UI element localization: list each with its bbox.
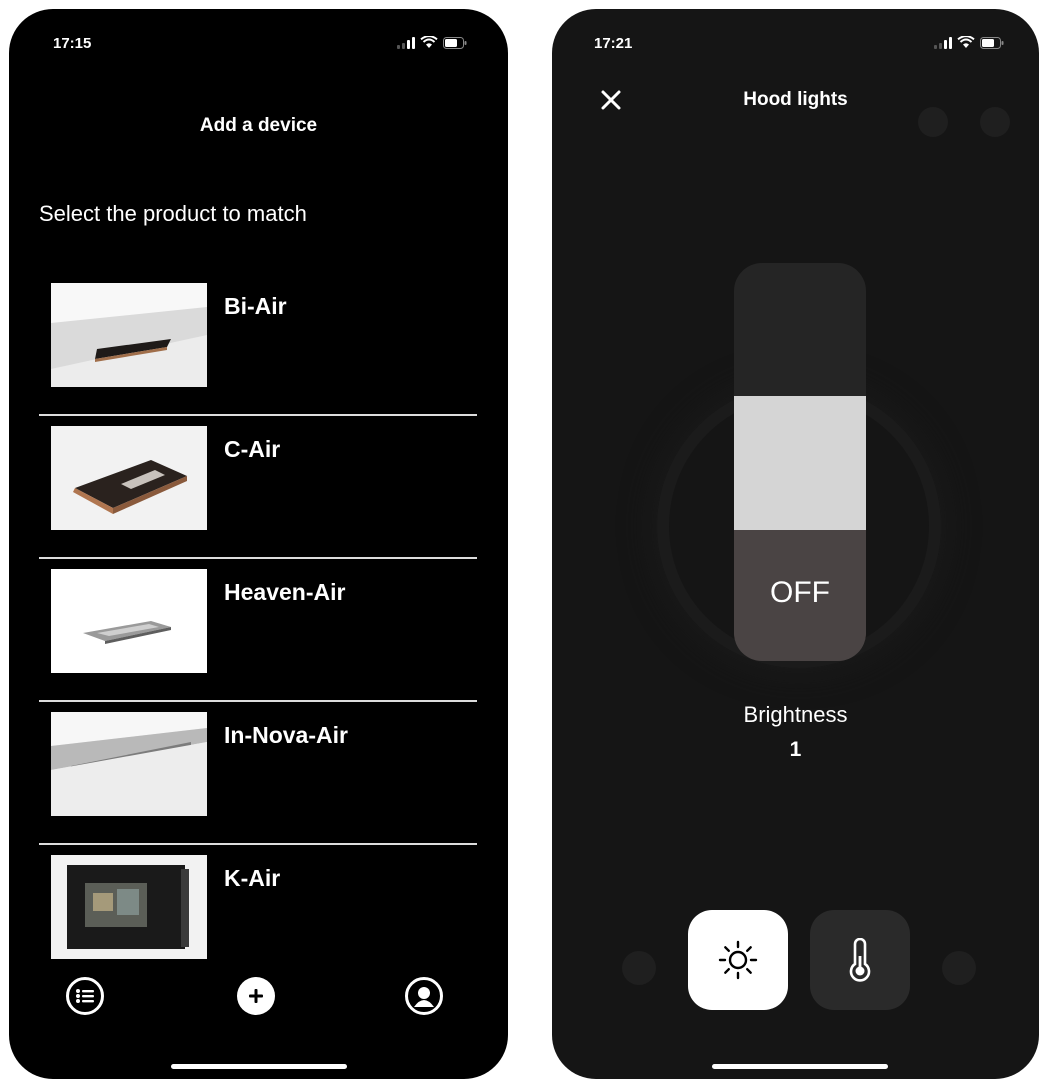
list-icon	[76, 989, 94, 1003]
battery-icon	[443, 36, 467, 49]
tab-add[interactable]	[237, 977, 275, 1015]
page-subtitle: Select the product to match	[39, 201, 307, 226]
product-item-bi-air[interactable]: Bi-Air	[39, 273, 477, 416]
status-icons	[397, 36, 467, 49]
product-name: C-Air	[224, 436, 281, 462]
brightness-slider[interactable]: OFF	[734, 263, 866, 661]
product-item-k-air[interactable]: K-Air	[39, 845, 477, 988]
sun-icon	[718, 940, 758, 980]
page-title: Hood lights	[743, 89, 848, 110]
thermometer-icon	[849, 938, 871, 982]
add-device-screen: 17:15 Add a device Select the product to…	[9, 9, 508, 1079]
blurred-icon	[918, 107, 948, 137]
tab-profile[interactable]	[405, 977, 443, 1015]
tab-bar	[9, 977, 508, 1017]
product-name: Heaven-Air	[224, 579, 346, 605]
product-name: In-Nova-Air	[224, 722, 348, 748]
brightness-value: 1	[789, 738, 802, 761]
status-time: 17:15	[53, 35, 92, 52]
signal-icon	[397, 36, 415, 49]
hood-lights-screen: 17:21 Hood lights OFF Brightness 1	[552, 9, 1039, 1079]
product-name: K-Air	[224, 865, 281, 891]
slider-handle[interactable]	[734, 396, 866, 530]
product-name: Bi-Air	[224, 293, 287, 319]
brightness-mode-button[interactable]	[688, 910, 788, 1010]
wifi-icon	[420, 36, 438, 48]
product-image	[51, 569, 207, 673]
tab-list[interactable]	[66, 977, 104, 1015]
profile-icon	[414, 987, 434, 1007]
home-indicator	[171, 1064, 347, 1069]
status-icons	[934, 36, 1004, 49]
signal-icon	[934, 36, 952, 49]
color-temperature-mode-button[interactable]	[810, 910, 910, 1010]
product-list: Bi-Air C-Air Heaven-Air In-Nova-Air K-Ai…	[39, 273, 477, 988]
home-indicator	[712, 1064, 888, 1069]
blurred-icon	[980, 107, 1010, 137]
page-title: Add a device	[199, 115, 318, 136]
wifi-icon	[957, 36, 975, 48]
product-image	[51, 283, 207, 387]
status-time: 17:21	[594, 35, 633, 52]
product-image	[51, 426, 207, 530]
product-item-c-air[interactable]: C-Air	[39, 416, 477, 559]
add-icon	[249, 989, 263, 1003]
battery-icon	[980, 36, 1004, 49]
blurred-icon	[942, 951, 976, 985]
product-item-heaven-air[interactable]: Heaven-Air	[39, 559, 477, 702]
product-image	[51, 855, 207, 959]
brightness-label: Brightness	[743, 702, 848, 727]
product-item-in-nova-air[interactable]: In-Nova-Air	[39, 702, 477, 845]
product-image	[51, 712, 207, 816]
slider-state-label: OFF	[770, 576, 830, 609]
blurred-icon	[622, 951, 656, 985]
